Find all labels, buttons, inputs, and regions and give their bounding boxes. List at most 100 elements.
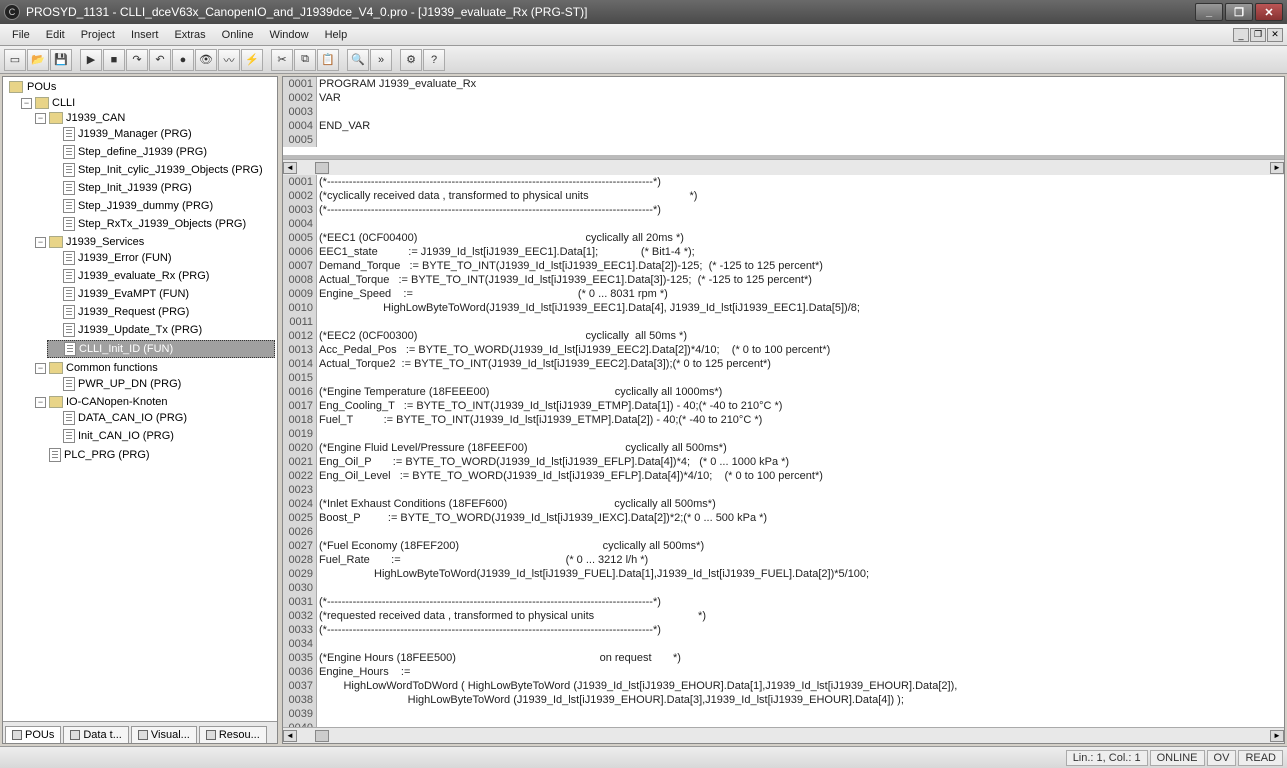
code-line[interactable]: 0017Eng_Cooling_T := BYTE_TO_INT(J1939_I… (283, 399, 1284, 413)
project-tree[interactable]: POUs −CLLI−J1939_CANJ1939_Manager (PRG)S… (3, 77, 277, 721)
tree-node[interactable]: Step_RxTx_J1939_Objects (PRG) (47, 216, 275, 232)
expand-icon[interactable]: − (35, 237, 46, 248)
toolbar-stop-button[interactable]: ■ (103, 49, 125, 71)
tree-node[interactable]: Init_CAN_IO (PRG) (47, 428, 275, 444)
mdi-restore[interactable]: ❐ (1250, 28, 1266, 42)
code-line[interactable]: 0014Actual_Torque2 := BYTE_TO_INT(J1939_… (283, 357, 1284, 371)
scroll-thumb[interactable] (315, 730, 329, 742)
tree-node[interactable]: CLLI_Init_ID (FUN) (47, 340, 275, 358)
code-line[interactable]: 0024(*Inlet Exhaust Conditions (18FEF600… (283, 497, 1284, 511)
code-line[interactable]: 0006EEC1_state := J1939_Id_lst[iJ1939_EE… (283, 245, 1284, 259)
code-line[interactable]: 0021Eng_Oil_P := BYTE_TO_WORD(J1939_Id_l… (283, 455, 1284, 469)
code-line[interactable]: 0029 HighLowByteToWord(J1939_Id_lst[iJ19… (283, 567, 1284, 581)
scroll-right-icon[interactable]: ► (1270, 730, 1284, 742)
tree-node[interactable]: J1939_Manager (PRG) (47, 126, 275, 142)
code-line[interactable]: 0039 (283, 707, 1284, 721)
code-line[interactable]: 0032(*requested received data , transfor… (283, 609, 1284, 623)
declaration-pane[interactable]: 0001PROGRAM J1939_evaluate_Rx0002VAR0003… (283, 77, 1284, 159)
toolbar-trace-button[interactable]: 〰 (218, 49, 240, 71)
menu-project[interactable]: Project (73, 27, 123, 43)
maximize-button[interactable]: ❐ (1225, 3, 1253, 21)
code-line[interactable]: 0040 (283, 721, 1284, 727)
code-line[interactable]: 0003 (283, 105, 1284, 119)
code-line[interactable]: 0038 HighLowByteToWord (J1939_Id_lst[iJ1… (283, 693, 1284, 707)
code-line[interactable]: 0037 HighLowWordToDWord ( HighLowByteToW… (283, 679, 1284, 693)
menu-help[interactable]: Help (317, 27, 356, 43)
code-line[interactable]: 0025Boost_P := BYTE_TO_WORD(J1939_Id_lst… (283, 511, 1284, 525)
tree-node[interactable]: −CLLI (19, 96, 275, 110)
toolbar-cut-button[interactable]: ✂ (271, 49, 293, 71)
toolbar-open-button[interactable]: 📂 (27, 49, 49, 71)
tree-node[interactable]: Step_Init_J1939 (PRG) (47, 180, 275, 196)
code-line[interactable]: 0015 (283, 371, 1284, 385)
expand-icon[interactable]: − (21, 98, 32, 109)
mdi-minimize[interactable]: _ (1233, 28, 1249, 42)
menu-window[interactable]: Window (261, 27, 316, 43)
tree-node[interactable]: −J1939_CAN (33, 111, 275, 125)
code-line[interactable]: 0003(*----------------------------------… (283, 203, 1284, 217)
tree-node[interactable]: J1939_evaluate_Rx (PRG) (47, 268, 275, 284)
tree-node[interactable]: J1939_Request (PRG) (47, 304, 275, 320)
code-line[interactable]: 0013Acc_Pedal_Pos := BYTE_TO_WORD(J1939_… (283, 343, 1284, 357)
code-line[interactable]: 0028Fuel_Rate := (* 0 ... 3212 l/h *) (283, 553, 1284, 567)
code-line[interactable]: 0002VAR (283, 91, 1284, 105)
toolbar-paste-button[interactable]: 📋 (317, 49, 339, 71)
tree-node[interactable]: Step_Init_cylic_J1939_Objects (PRG) (47, 162, 275, 178)
toolbar-bp-button[interactable]: ● (172, 49, 194, 71)
tree-node[interactable]: Step_J1939_dummy (PRG) (47, 198, 275, 214)
menu-extras[interactable]: Extras (166, 27, 213, 43)
code-line[interactable]: 0001(*----------------------------------… (283, 175, 1284, 189)
decl-hscroll[interactable]: ◄ ► (283, 159, 1284, 175)
tree-node[interactable]: DATA_CAN_IO (PRG) (47, 410, 275, 426)
toolbar-next-button[interactable]: » (370, 49, 392, 71)
code-line[interactable]: 0034 (283, 637, 1284, 651)
menu-insert[interactable]: Insert (123, 27, 167, 43)
code-line[interactable]: 0004END_VAR (283, 119, 1284, 133)
body-pane[interactable]: 0001(*----------------------------------… (283, 175, 1284, 727)
tree-node[interactable]: −Common functions (33, 361, 275, 375)
code-line[interactable]: 0005(*EEC1 (0CF00400) cyclically all 20m… (283, 231, 1284, 245)
close-button[interactable]: ✕ (1255, 3, 1283, 21)
toolbar-copy-button[interactable]: ⧉ (294, 49, 316, 71)
code-line[interactable]: 0023 (283, 483, 1284, 497)
toolbar-run-button[interactable]: ▶ (80, 49, 102, 71)
code-line[interactable]: 0027(*Fuel Economy (18FEF200) cyclically… (283, 539, 1284, 553)
code-line[interactable]: 0011 (283, 315, 1284, 329)
toolbar-help-button[interactable]: ? (423, 49, 445, 71)
tree-node[interactable]: J1939_EvaMPT (FUN) (47, 286, 275, 302)
sidebar-tab[interactable]: Resou... (199, 726, 267, 743)
code-line[interactable]: 0008Actual_Torque := BYTE_TO_INT(J1939_I… (283, 273, 1284, 287)
menu-edit[interactable]: Edit (38, 27, 73, 43)
code-line[interactable]: 0022Eng_Oil_Level := BYTE_TO_WORD(J1939_… (283, 469, 1284, 483)
code-line[interactable]: 0005 (283, 133, 1284, 147)
toolbar-save-button[interactable]: 💾 (50, 49, 72, 71)
code-line[interactable]: 0036Engine_Hours := (283, 665, 1284, 679)
toolbar-find-button[interactable]: 🔍 (347, 49, 369, 71)
code-line[interactable]: 0018Fuel_T := BYTE_TO_INT(J1939_Id_lst[i… (283, 413, 1284, 427)
code-line[interactable]: 0030 (283, 581, 1284, 595)
code-line[interactable]: 0033(*----------------------------------… (283, 623, 1284, 637)
tree-node[interactable]: PLC_PRG (PRG) (33, 447, 275, 463)
toolbar-new-button[interactable]: ▭ (4, 49, 26, 71)
code-line[interactable]: 0031(*----------------------------------… (283, 595, 1284, 609)
scroll-left-icon[interactable]: ◄ (283, 162, 297, 174)
expand-icon[interactable]: − (35, 397, 46, 408)
tree-node[interactable]: PWR_UP_DN (PRG) (47, 376, 275, 392)
toolbar-over-button[interactable]: ↶ (149, 49, 171, 71)
code-line[interactable]: 0001PROGRAM J1939_evaluate_Rx (283, 77, 1284, 91)
minimize-button[interactable]: _ (1195, 3, 1223, 21)
tree-node[interactable]: −J1939_Services (33, 235, 275, 249)
sidebar-tab[interactable]: Visual... (131, 726, 197, 743)
scroll-left-icon[interactable]: ◄ (283, 730, 297, 742)
scroll-right-icon[interactable]: ► (1270, 162, 1284, 174)
toolbar-cfg-button[interactable]: ⚙ (400, 49, 422, 71)
code-line[interactable]: 0002(*cyclically received data , transfo… (283, 189, 1284, 203)
code-line[interactable]: 0010 HighLowByteToWord(J1939_Id_lst[iJ19… (283, 301, 1284, 315)
toolbar-force-button[interactable]: ⚡ (241, 49, 263, 71)
tree-node[interactable]: −IO-CANopen-Knoten (33, 395, 275, 409)
tree-node[interactable]: J1939_Error (FUN) (47, 250, 275, 266)
tree-node[interactable]: J1939_Update_Tx (PRG) (47, 322, 275, 338)
mdi-close[interactable]: ✕ (1267, 28, 1283, 42)
code-line[interactable]: 0007Demand_Torque := BYTE_TO_INT(J1939_I… (283, 259, 1284, 273)
tree-node[interactable]: Step_define_J1939 (PRG) (47, 144, 275, 160)
